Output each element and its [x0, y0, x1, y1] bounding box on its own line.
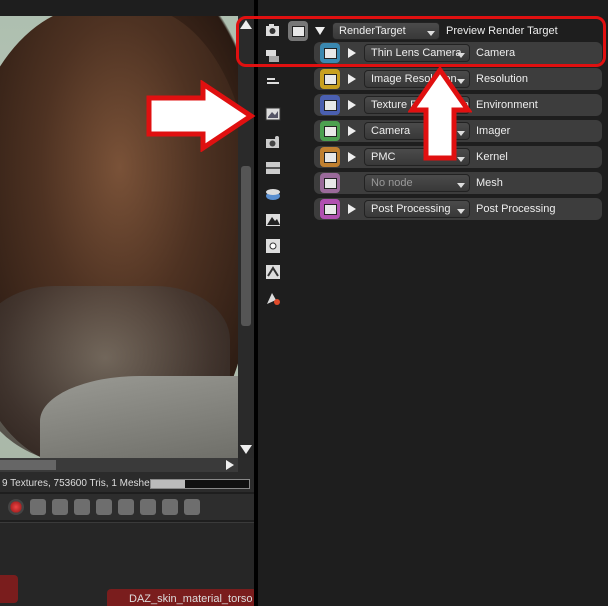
node-type-icon: [320, 69, 340, 89]
node-label: Environment: [476, 99, 538, 111]
light-icon[interactable]: [264, 238, 282, 254]
node-type-icon: [320, 95, 340, 115]
save-icon[interactable]: [184, 499, 200, 515]
expand-triangle-icon[interactable]: [346, 203, 358, 215]
scroll-down-arrow-icon[interactable]: [240, 445, 252, 454]
preview-icon[interactable]: [264, 106, 282, 122]
node-type-icon: [320, 173, 340, 193]
node-label: Resolution: [476, 73, 528, 85]
color-wheel-icon[interactable]: [8, 499, 24, 515]
render-image-shirt: [40, 376, 238, 458]
expand-triangle-icon[interactable]: [346, 99, 358, 111]
render-progress-fill: [151, 480, 186, 488]
refresh-icon[interactable]: [30, 499, 46, 515]
material-tab[interactable]: DAZ_skin_material_torso: [107, 589, 257, 606]
list-icon[interactable]: [264, 74, 282, 90]
node-type-icon: [320, 147, 340, 167]
render-progress-bar: [150, 479, 250, 489]
zoom-icon[interactable]: [96, 499, 112, 515]
imager-icon[interactable]: [264, 160, 282, 176]
hscroll-thumb[interactable]: [0, 460, 56, 470]
octane-render-window: 9 Textures, 753600 Tris, 1 Meshes,... DA…: [0, 0, 608, 606]
annotation-up-arrow: [408, 66, 472, 161]
render-stats: 9 Textures, 753600 Tris, 1 Meshes,...: [2, 478, 166, 489]
gear-icon[interactable]: [140, 499, 156, 515]
node-dropdown[interactable]: Post Processing: [364, 200, 470, 218]
environment-icon[interactable]: [264, 186, 282, 202]
camera-icon[interactable]: [264, 134, 282, 150]
annotation-right-arrow: [146, 80, 256, 152]
node-row-mesh[interactable]: No node Mesh: [320, 172, 503, 194]
node-dropdown[interactable]: No node: [364, 174, 470, 192]
node-label: Imager: [476, 125, 511, 137]
expand-triangle-icon[interactable]: [346, 151, 358, 163]
node-type-icon: [320, 121, 340, 141]
material-icon[interactable]: [264, 290, 282, 306]
node-type-icon: [320, 199, 340, 219]
kernel-icon[interactable]: [264, 264, 282, 280]
node-label: Kernel: [476, 151, 508, 163]
viewport-horizontal-scrollbar[interactable]: [0, 458, 238, 472]
viewport-toolbar: [0, 494, 254, 520]
recycle-icon[interactable]: [52, 499, 68, 515]
material-side-tab[interactable]: [0, 575, 18, 603]
mountain-icon[interactable]: [264, 212, 282, 228]
node-row-post-processing[interactable]: Post Processing Post Processing: [320, 198, 555, 220]
status-bar: 9 Textures, 753600 Tris, 1 Meshes,...: [0, 458, 254, 492]
node-label: Mesh: [476, 177, 503, 189]
scroll-thumb[interactable]: [241, 166, 251, 326]
expand-triangle-icon[interactable]: [346, 125, 358, 137]
expand-triangle-icon[interactable]: [346, 73, 358, 85]
material-panel: DAZ_skin_material_torso: [0, 522, 257, 606]
node-label: Post Processing: [476, 203, 556, 215]
annotation-highlight-box: [236, 16, 606, 67]
region-icon[interactable]: [118, 499, 134, 515]
focus-icon[interactable]: [74, 499, 90, 515]
clipboard-icon[interactable]: [162, 499, 178, 515]
scroll-right-arrow-icon[interactable]: [226, 460, 234, 470]
